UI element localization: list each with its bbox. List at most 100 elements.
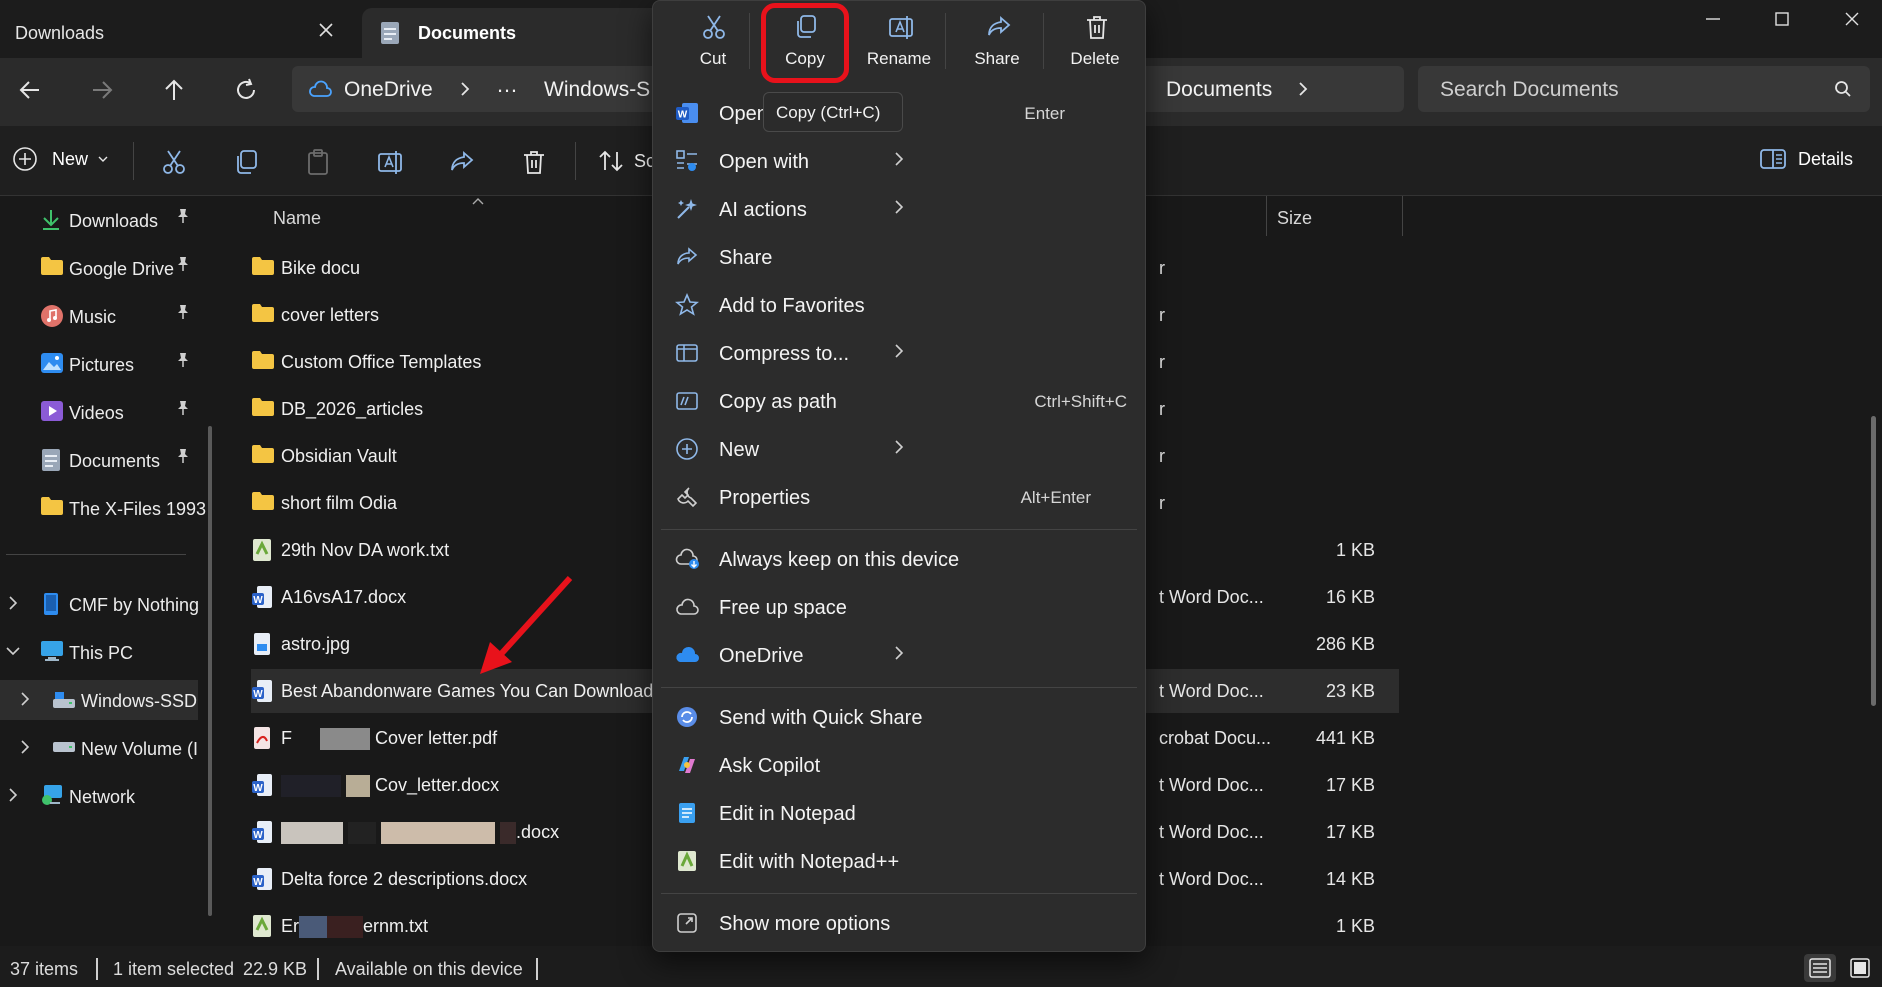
copy-icon <box>793 13 819 41</box>
sidebar-item-network[interactable]: Network <box>0 776 210 816</box>
chevron-down-icon[interactable] <box>6 646 20 656</box>
refresh-icon[interactable] <box>228 72 264 108</box>
menu-item-open-with[interactable]: Open with <box>661 139 1137 185</box>
sidebar-item-x-files[interactable]: The X-Files 1993 <box>0 488 210 528</box>
minimize-icon[interactable] <box>1693 4 1733 34</box>
sidebar-item-this-pc[interactable]: This PC <box>0 632 210 672</box>
notepad-plus-icon <box>251 538 273 562</box>
pin-icon[interactable] <box>175 256 191 272</box>
menu-item-edit-with-notepad-plus[interactable]: Edit with Notepad++ <box>661 839 1137 885</box>
sidebar-item-downloads[interactable]: Downloads <box>0 200 210 240</box>
column-header-name[interactable]: Name <box>273 208 321 229</box>
sidebar-scrollbar[interactable] <box>208 426 212 916</box>
chevron-right-icon[interactable] <box>20 692 30 706</box>
file-list-scrollbar[interactable] <box>1871 416 1876 706</box>
menu-item-edit-in-notepad[interactable]: Edit in Notepad <box>661 791 1137 837</box>
paste-icon[interactable] <box>304 148 332 176</box>
sidebar-item-windows-ssd[interactable]: Windows-SSD <box>0 680 198 720</box>
pin-icon[interactable] <box>175 208 191 224</box>
menu-item-free-up-space[interactable]: Free up space <box>661 585 1137 631</box>
chevron-right-icon[interactable] <box>8 788 18 802</box>
sidebar-item-videos[interactable]: Videos <box>0 392 210 432</box>
network-icon <box>40 784 64 806</box>
chevron-right-icon[interactable] <box>20 740 30 754</box>
share-icon[interactable] <box>448 148 476 176</box>
menu-item-quick-share[interactable]: Send with Quick Share <box>661 695 1137 741</box>
sidebar-item-music[interactable]: Music <box>0 296 210 336</box>
close-window-icon[interactable] <box>1832 4 1872 34</box>
cut-button[interactable]: Cut <box>667 13 759 75</box>
breadcrumb-documents[interactable]: Documents <box>1166 78 1272 102</box>
menu-item-compress-to[interactable]: Compress to... <box>661 331 1137 377</box>
share-button[interactable]: Share <box>951 13 1043 75</box>
svg-text:W: W <box>253 689 263 700</box>
up-arrow-icon[interactable] <box>156 72 192 108</box>
breadcrumb-ellipsis[interactable]: … <box>496 72 518 98</box>
delete-button[interactable]: Delete <box>1049 13 1141 75</box>
tab-documents[interactable]: Documents <box>362 8 682 58</box>
pin-icon[interactable] <box>175 352 191 368</box>
path-icon <box>675 389 699 413</box>
forward-arrow-icon[interactable] <box>84 72 120 108</box>
details-view-icon[interactable] <box>1804 954 1836 982</box>
pin-icon[interactable] <box>175 448 191 464</box>
chevron-down-icon <box>98 155 108 163</box>
delete-icon[interactable] <box>520 148 548 176</box>
redacted-block <box>299 916 327 939</box>
copy-button[interactable]: Copy <box>759 13 851 75</box>
breadcrumb-onedrive[interactable]: OneDrive <box>344 78 433 102</box>
menu-item-add-to-favorites[interactable]: Add to Favorites <box>661 283 1137 329</box>
menu-item-onedrive[interactable]: OneDrive <box>661 633 1137 679</box>
tab-label: Downloads <box>15 22 105 43</box>
column-divider[interactable] <box>1266 196 1267 236</box>
redacted-block <box>381 822 496 845</box>
chevron-right-icon[interactable] <box>8 596 18 610</box>
tiles-view-icon[interactable] <box>1846 954 1874 982</box>
word-document-icon: W <box>251 867 273 891</box>
close-tab-icon[interactable] <box>318 22 334 38</box>
menu-item-show-more-options[interactable]: Show more options <box>661 901 1137 947</box>
menu-item-copy-as-path[interactable]: Copy as path Ctrl+Shift+C <box>661 379 1137 425</box>
cut-icon[interactable] <box>160 148 188 176</box>
menu-item-new[interactable]: New <box>661 427 1137 473</box>
column-header-size[interactable]: Size <box>1277 208 1312 229</box>
sidebar-item-new-volume[interactable]: New Volume (I <box>0 728 210 768</box>
search-input[interactable]: Search Documents <box>1418 66 1870 112</box>
svg-text:W: W <box>253 877 263 888</box>
details-pane-button[interactable]: Details <box>1760 148 1853 170</box>
chevron-right-icon[interactable] <box>1298 82 1308 96</box>
back-arrow-icon[interactable] <box>12 72 48 108</box>
rename-icon[interactable] <box>376 148 404 176</box>
sidebar-item-google-drive[interactable]: Google Drive <box>0 248 210 288</box>
menu-item-properties[interactable]: Properties Alt+Enter <box>661 475 1137 521</box>
sort-button[interactable]: Sc <box>598 148 655 174</box>
tab-downloads[interactable]: Downloads <box>0 8 360 58</box>
redacted-block <box>281 775 341 798</box>
delete-icon <box>1083 13 1111 41</box>
copy-tooltip: Copy (Ctrl+C) <box>763 92 903 132</box>
folder-icon <box>40 496 64 516</box>
quick-divider <box>945 13 946 69</box>
word-document-icon: W <box>251 820 273 844</box>
search-icon[interactable] <box>1834 80 1852 98</box>
column-divider[interactable] <box>1402 196 1403 236</box>
new-button[interactable]: New <box>12 146 108 172</box>
copy-icon[interactable] <box>232 148 260 176</box>
menu-item-always-keep[interactable]: Always keep on this device <box>661 537 1137 583</box>
breadcrumb-windows-ssd[interactable]: Windows-S <box>544 78 650 102</box>
menu-item-ai-actions[interactable]: AI actions <box>661 187 1137 233</box>
plus-circle-icon <box>12 146 38 172</box>
menu-item-share[interactable]: Share <box>661 235 1137 281</box>
sidebar-item-pictures[interactable]: Pictures <box>0 344 210 384</box>
menu-item-ask-copilot[interactable]: Ask Copilot <box>661 743 1137 789</box>
context-menu: Cut Copy Rename Share Delete W Open Ente… <box>652 0 1146 952</box>
sidebar-item-documents[interactable]: Documents <box>0 440 210 480</box>
quick-share-icon <box>675 705 699 729</box>
pin-icon[interactable] <box>175 304 191 320</box>
pin-icon[interactable] <box>175 400 191 416</box>
sidebar-item-cmf-by-nothing[interactable]: CMF by Nothing <box>0 584 210 624</box>
folder-icon <box>40 256 64 276</box>
chevron-right-icon[interactable] <box>460 82 470 96</box>
maximize-icon[interactable] <box>1762 4 1802 34</box>
rename-button[interactable]: Rename <box>853 13 945 75</box>
